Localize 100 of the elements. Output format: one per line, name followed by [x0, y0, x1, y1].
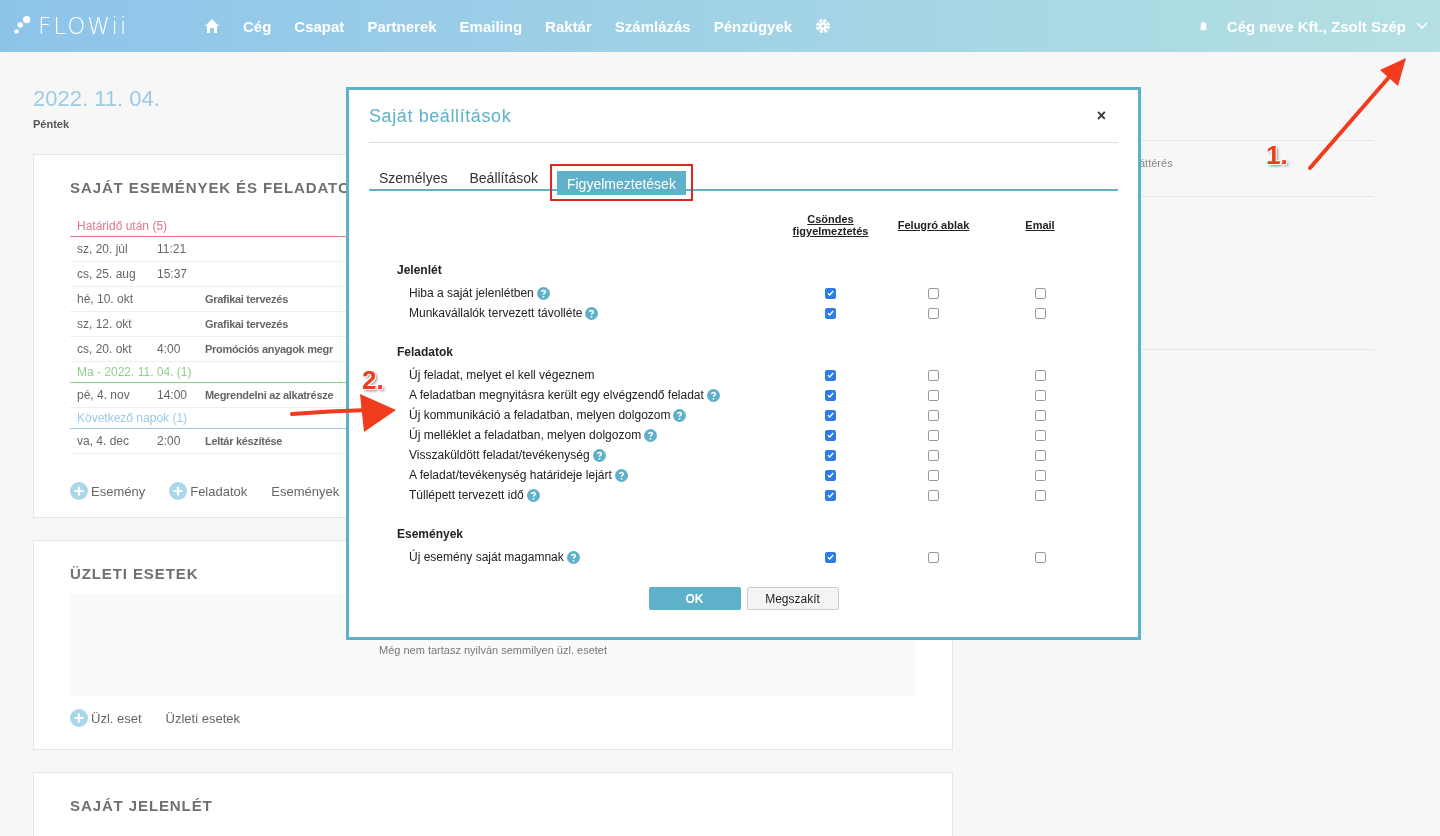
- side-link[interactable]: áttérés: [1139, 157, 1173, 169]
- cancel-button[interactable]: Megszakít: [746, 587, 839, 610]
- checkbox[interactable]: [1034, 429, 1046, 441]
- checkbox[interactable]: [825, 409, 836, 421]
- bell-icon[interactable]: [1197, 20, 1209, 32]
- add-link[interactable]: Üzl. eset: [91, 710, 142, 726]
- event-date: pé, 4. nov: [77, 388, 131, 402]
- help-icon[interactable]: [585, 306, 599, 320]
- checkbox[interactable]: [1034, 469, 1046, 481]
- help-icon[interactable]: [614, 468, 628, 482]
- checkbox[interactable]: [825, 307, 836, 319]
- add-link[interactable]: Feladatok: [190, 483, 248, 499]
- help-icon[interactable]: [536, 286, 550, 300]
- checkbox[interactable]: [1034, 307, 1046, 319]
- section-title: Jelenlét: [397, 263, 443, 277]
- checkbox[interactable]: [825, 449, 836, 461]
- event-date: sz, 20. júl: [77, 242, 129, 256]
- checkbox[interactable]: [928, 287, 939, 299]
- logo-text[interactable]: FLOWii: [38, 13, 129, 39]
- step-number: 1.: [1266, 140, 1288, 171]
- help-icon[interactable]: [592, 448, 606, 462]
- event-time: 2:00: [157, 434, 181, 448]
- checkbox[interactable]: [825, 287, 836, 299]
- checkbox[interactable]: [928, 307, 939, 319]
- setting-label: Hiba a saját jelenlétben: [409, 286, 534, 300]
- weekday-label: Péntek: [33, 118, 71, 130]
- nav-link[interactable]: Emailing: [459, 17, 523, 35]
- event-title: Megrendelni az alkatrésze: [205, 389, 334, 401]
- event-time: 14:00: [157, 388, 188, 402]
- account-menu[interactable]: Cég neve Kft., Zsolt Szép: [1226, 17, 1406, 35]
- column-header: Felugró ablak: [896, 219, 971, 231]
- nav-link[interactable]: Számlázás: [614, 17, 691, 35]
- setting-label: Munkavállalók tervezett távolléte: [409, 306, 583, 320]
- nav-link[interactable]: Csapat: [294, 17, 345, 35]
- checkbox[interactable]: [825, 369, 836, 381]
- checkbox[interactable]: [1034, 369, 1046, 381]
- date-heading: 2022. 11. 04.: [33, 86, 161, 112]
- event-date: sz, 12. okt: [77, 317, 133, 331]
- nav-link[interactable]: Pénzügyek: [713, 17, 793, 35]
- checkbox[interactable]: [1034, 449, 1046, 461]
- checkbox[interactable]: [825, 469, 836, 481]
- add-icon[interactable]: [169, 482, 188, 500]
- card-title: SAJÁT ESEMÉNYEK ÉS FELADATO: [70, 179, 351, 196]
- nav-link[interactable]: Partnerek: [367, 17, 437, 35]
- setting-label: A feladat/tevékenység határideje lejárt: [409, 468, 612, 482]
- checkbox[interactable]: [825, 551, 836, 563]
- setting-label: Új esemény saját magamnak: [409, 550, 564, 564]
- empty-message: Még nem tartasz nyilván semmilyen üzl. esetet: [378, 644, 607, 656]
- card-title: SAJÁT JELENLÉT: [70, 797, 213, 814]
- section-title: Események: [397, 527, 465, 541]
- checkbox[interactable]: [1034, 409, 1046, 421]
- setting-label: Túllépett tervezett idő: [409, 488, 524, 502]
- card-title: ÜZLETI ESETEK: [70, 565, 199, 582]
- help-icon[interactable]: [706, 388, 720, 402]
- event-time: 11:21: [157, 242, 187, 256]
- tab[interactable]: Figyelmeztetések: [556, 171, 686, 195]
- setting-label: A feladatban megnyitásra került egy elvégzendő feladat: [409, 388, 704, 402]
- checkbox[interactable]: [928, 449, 939, 461]
- home-icon[interactable]: [204, 18, 220, 34]
- checkbox[interactable]: [928, 469, 939, 481]
- setting-label: Visszaküldött feladat/tevékenység: [409, 448, 590, 462]
- list-link[interactable]: Események: [271, 483, 340, 499]
- ok-button[interactable]: OK: [648, 587, 741, 610]
- event-date: va, 4. dec: [77, 434, 131, 448]
- event-title: Grafikai tervezés: [205, 318, 288, 330]
- checkbox[interactable]: [1034, 489, 1046, 501]
- close-button[interactable]: ×: [1092, 107, 1110, 125]
- checkbox[interactable]: [928, 369, 939, 381]
- event-date: cs, 25. aug: [77, 267, 137, 281]
- checkbox[interactable]: [1034, 287, 1046, 299]
- setting-label: Új kommunikáció a feladatban, melyen dolgozom: [409, 408, 671, 422]
- checkbox[interactable]: [1034, 551, 1046, 563]
- checkbox[interactable]: [928, 551, 939, 563]
- checkbox[interactable]: [1034, 389, 1046, 401]
- nav-link[interactable]: Raktár: [545, 17, 592, 35]
- add-link[interactable]: Esemény: [91, 483, 146, 499]
- add-icon[interactable]: [70, 709, 88, 727]
- event-time: 4:00: [157, 342, 181, 356]
- help-icon[interactable]: [526, 488, 540, 502]
- column-header: Email: [1024, 219, 1056, 231]
- help-icon[interactable]: [673, 408, 687, 422]
- setting-label: Új melléklet a feladatban, melyen dolgozom: [409, 428, 642, 442]
- chevron-down-icon[interactable]: [1416, 22, 1428, 30]
- add-icon[interactable]: [70, 482, 88, 500]
- help-icon[interactable]: [566, 550, 580, 564]
- event-title: Leltár készítése: [205, 435, 283, 447]
- list-link[interactable]: Üzleti esetek: [165, 710, 240, 726]
- checkbox[interactable]: [928, 409, 939, 421]
- checkbox[interactable]: [825, 429, 836, 441]
- checkbox[interactable]: [825, 489, 836, 501]
- help-icon[interactable]: [644, 428, 658, 442]
- column-header: Csöndes figyelmeztetés: [791, 213, 870, 237]
- event-title: Grafikai tervezés: [205, 293, 288, 305]
- tab[interactable]: Személyes: [369, 165, 458, 189]
- checkbox[interactable]: [928, 429, 939, 441]
- tab[interactable]: Beállítások: [459, 165, 548, 189]
- checkbox[interactable]: [928, 489, 939, 501]
- checkbox[interactable]: [928, 389, 939, 401]
- checkbox[interactable]: [825, 389, 836, 401]
- nav-link[interactable]: Cég: [243, 17, 272, 35]
